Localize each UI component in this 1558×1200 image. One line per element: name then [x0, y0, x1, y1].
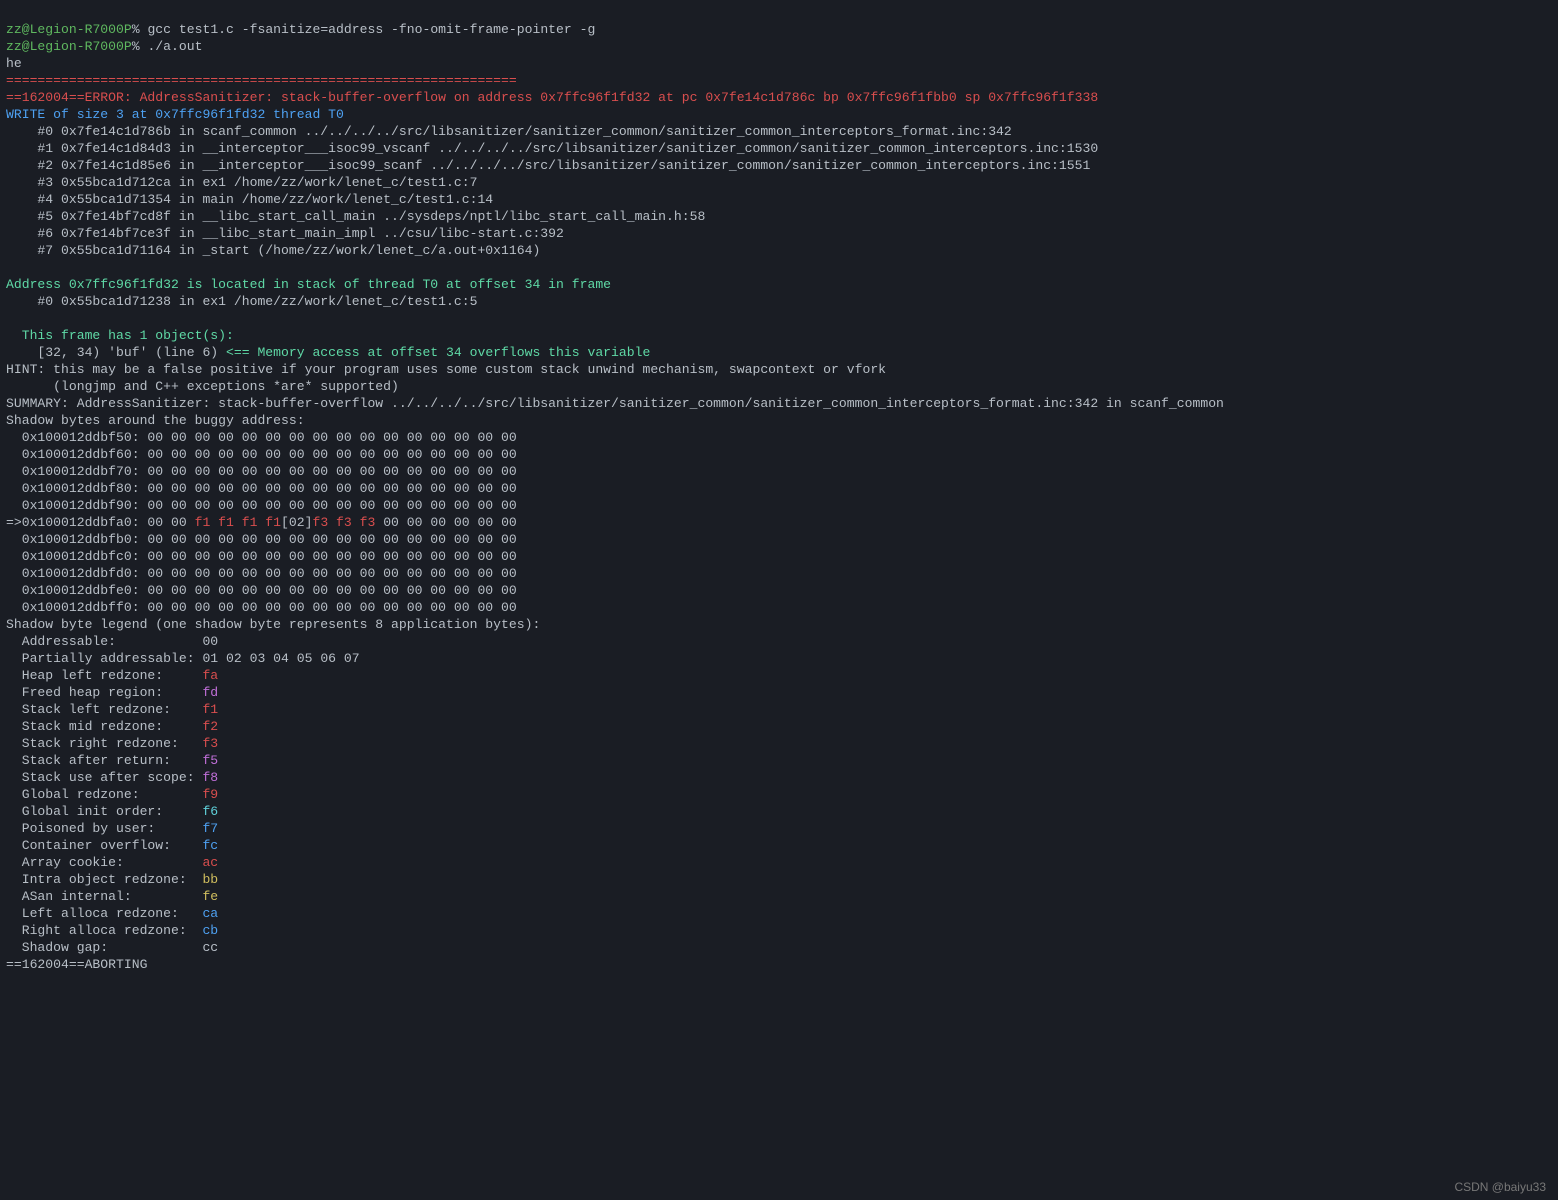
legend-code: fc — [202, 838, 218, 853]
hint-1: (longjmp and C++ exceptions *are* suppor… — [6, 379, 399, 394]
shadow-row: 0x100012ddbfe0: 00 00 00 00 00 00 00 00 … — [6, 583, 517, 598]
prompt-user: zz — [6, 22, 22, 37]
legend-hdr: Shadow byte legend (one shadow byte repr… — [6, 617, 540, 632]
asan-write: WRITE of size 3 at 0x7ffc96f1fd32 thread… — [6, 107, 344, 122]
bt-0: #0 0x7fe14c1d786b in scanf_common ../../… — [6, 124, 1012, 139]
legend-row: Right alloca redzone: — [6, 923, 202, 938]
bt-4: #4 0x55bca1d71354 in main /home/zz/work/… — [6, 192, 493, 207]
shadow-row: 0x100012ddbf80: 00 00 00 00 00 00 00 00 … — [6, 481, 517, 496]
legend-row: Stack use after scope: — [6, 770, 202, 785]
terminal-output[interactable]: zz@Legion-R7000P% gcc test1.c -fsanitize… — [0, 0, 1558, 975]
shadow-row: 0x100012ddbfd0: 00 00 00 00 00 00 00 00 … — [6, 566, 517, 581]
legend-code: f2 — [202, 719, 218, 734]
legend-row: Left alloca redzone: — [6, 906, 202, 921]
overflow-marker: <== Memory access at offset 34 overflows… — [226, 345, 650, 360]
legend-code: bb — [202, 872, 218, 887]
legend-row: Global init order: — [6, 804, 202, 819]
legend-code: fa — [202, 668, 218, 683]
legend-code: ca — [202, 906, 218, 921]
shadow-hdr: Shadow bytes around the buggy address: — [6, 413, 305, 428]
shadow-row: 0x100012ddbf60: 00 00 00 00 00 00 00 00 … — [6, 447, 517, 462]
legend-row: ASan internal: — [6, 889, 202, 904]
legend-code: f7 — [202, 821, 218, 836]
legend-code: f9 — [202, 787, 218, 802]
hint-0: HINT: this may be a false positive if yo… — [6, 362, 886, 377]
shadow-row: 0x100012ddbff0: 00 00 00 00 00 00 00 00 … — [6, 600, 517, 615]
legend-row: Stack right redzone: — [6, 736, 202, 751]
legend-code: f8 — [202, 770, 218, 785]
bt-1: #1 0x7fe14c1d84d3 in __interceptor___iso… — [6, 141, 1098, 156]
asan-error: ==162004==ERROR: AddressSanitizer: stack… — [6, 90, 1098, 105]
legend-row: Heap left redzone: — [6, 668, 202, 683]
legend-code: 01 02 03 04 05 06 07 — [202, 651, 359, 666]
legend-row: Stack left redzone: — [6, 702, 202, 717]
stdout: he — [6, 56, 22, 71]
legend-code: fe — [202, 889, 218, 904]
legend-row: Container overflow: — [6, 838, 202, 853]
legend: Addressable: 00 Partially addressable: 0… — [6, 633, 1552, 956]
legend-code: f3 — [202, 736, 218, 751]
command-2: ./a.out — [147, 39, 202, 54]
obj-hdr: This frame has 1 object(s): — [6, 328, 234, 343]
shadow-now: =>0x100012ddbfa0: 00 00 — [6, 515, 195, 530]
shadow-row: 0x100012ddbfb0: 00 00 00 00 00 00 00 00 … — [6, 532, 517, 547]
frame-line: #0 0x55bca1d71238 in ex1 /home/zz/work/l… — [6, 294, 477, 309]
legend-code: cc — [202, 940, 218, 955]
bt-3: #3 0x55bca1d712ca in ex1 /home/zz/work/l… — [6, 175, 477, 190]
legend-row: Stack after return: — [6, 753, 202, 768]
bt-7: #7 0x55bca1d71164 in _start (/home/zz/wo… — [6, 243, 540, 258]
legend-code: ac — [202, 855, 218, 870]
legend-row: Stack mid redzone: — [6, 719, 202, 734]
asan-addr: Address 0x7ffc96f1fd32 is located in sta… — [6, 277, 611, 292]
watermark: CSDN @baiyu33 — [1454, 1179, 1546, 1196]
legend-code: cb — [202, 923, 218, 938]
summary: SUMMARY: AddressSanitizer: stack-buffer-… — [6, 396, 1224, 411]
rule: ========================================… — [6, 73, 517, 88]
legend-code: f1 — [202, 702, 218, 717]
bt-2: #2 0x7fe14c1d85e6 in __interceptor___iso… — [6, 158, 1090, 173]
bt-6: #6 0x7fe14bf7ce3f in __libc_start_main_i… — [6, 226, 564, 241]
shadow-row: 0x100012ddbf90: 00 00 00 00 00 00 00 00 … — [6, 498, 517, 513]
legend-row: Global redzone: — [6, 787, 202, 802]
legend-row: Partially addressable: — [6, 651, 202, 666]
legend-code: fd — [202, 685, 218, 700]
shadow-row: 0x100012ddbf70: 00 00 00 00 00 00 00 00 … — [6, 464, 517, 479]
legend-code: f6 — [202, 804, 218, 819]
aborting: ==162004==ABORTING — [6, 957, 147, 972]
command-1: gcc test1.c -fsanitize=address -fno-omit… — [147, 22, 595, 37]
legend-row: Array cookie: — [6, 855, 202, 870]
shadow-row: 0x100012ddbfc0: 00 00 00 00 00 00 00 00 … — [6, 549, 517, 564]
legend-code: 00 — [202, 634, 218, 649]
legend-row: Addressable: — [6, 634, 202, 649]
legend-row: Shadow gap: — [6, 940, 202, 955]
legend-row: Poisoned by user: — [6, 821, 202, 836]
bt-5: #5 0x7fe14bf7cd8f in __libc_start_call_m… — [6, 209, 705, 224]
shadow-row: 0x100012ddbf50: 00 00 00 00 00 00 00 00 … — [6, 430, 517, 445]
legend-row: Intra object redzone: — [6, 872, 202, 887]
legend-code: f5 — [202, 753, 218, 768]
legend-row: Freed heap region: — [6, 685, 202, 700]
